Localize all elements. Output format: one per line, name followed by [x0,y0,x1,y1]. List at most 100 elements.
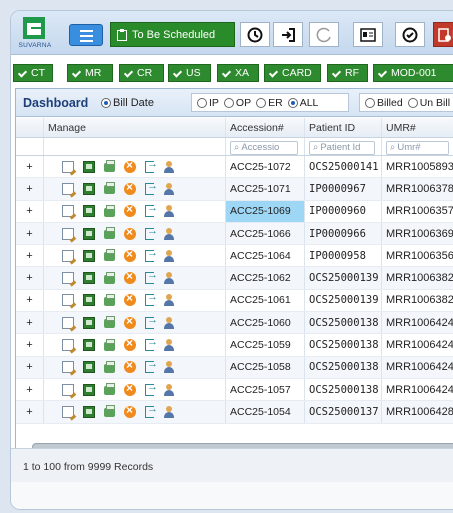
column-header-accession[interactable]: Accession# [226,118,305,137]
edit-document-icon[interactable] [62,182,74,195]
accession-cell[interactable]: ACC25-1064 [226,245,305,267]
filter-mr[interactable]: MR [67,64,113,82]
umr-cell[interactable]: MRR1006424 [382,357,453,378]
filter-xa[interactable]: XA [217,64,259,82]
edit-document-icon[interactable] [62,383,74,396]
patient-id-cell[interactable]: OCS25000138 [305,312,382,334]
logout-icon[interactable] [145,158,158,173]
view-image-icon[interactable] [83,227,95,240]
logout-icon[interactable] [145,291,158,307]
expand-row-button[interactable]: + [16,378,44,401]
patient-id-cell[interactable]: OCS25000139 [305,289,382,312]
accession-cell[interactable]: ACC25-1054 [226,401,305,423]
edit-document-icon[interactable] [62,361,74,374]
print-icon[interactable] [104,405,115,418]
view-image-icon[interactable] [83,249,95,262]
patient-id-filter-input[interactable]: ⌕ Patient Id [309,140,376,155]
radio-unbill[interactable]: Un Bill [407,97,450,109]
patient-id-cell[interactable]: IP0000960 [305,200,382,222]
print-icon[interactable] [104,249,115,262]
radio-op[interactable]: OP [223,97,251,109]
accession-cell[interactable]: ACC25-1060 [226,312,305,334]
patient-icon[interactable] [163,294,175,307]
cancel-icon[interactable] [124,247,136,262]
filter-ct[interactable]: CT [13,64,53,82]
logout-icon[interactable] [145,381,158,396]
accession-cell[interactable]: ACC25-1059 [226,334,305,356]
cancel-icon[interactable] [124,269,136,285]
accession-cell[interactable]: ACC25-1057 [226,378,305,401]
edit-document-icon[interactable] [62,160,74,173]
table-row[interactable]: +ACC25-1054OCS25000137MRR1006428O [16,401,453,424]
patient-icon[interactable] [163,405,175,418]
patient-icon[interactable] [163,205,175,218]
edit-document-icon[interactable] [62,249,74,262]
logout-icon[interactable] [145,225,158,240]
radio-billed[interactable]: Billed [365,97,403,109]
cancel-icon[interactable] [124,403,136,418]
umr-cell[interactable]: MRR1006424 [382,334,453,355]
edit-document-icon[interactable] [62,205,74,218]
accession-filter-input[interactable]: ⌕ Accessio [230,140,299,155]
view-image-icon[interactable] [83,316,95,329]
view-image-icon[interactable] [83,205,95,218]
patient-id-cell[interactable]: IP0000966 [305,222,382,245]
logout-icon[interactable] [145,336,158,352]
umr-cell[interactable]: MRR1006356 [382,245,453,266]
accession-cell[interactable]: ACC25-1071 [226,178,305,200]
cancel-icon[interactable] [124,381,136,396]
expand-row-button[interactable]: + [16,178,44,200]
umr-filter-input[interactable]: ⌕ Umr# [386,140,450,155]
view-image-icon[interactable] [83,405,95,418]
print-icon[interactable] [104,338,115,351]
logout-icon[interactable] [145,314,158,329]
patient-id-cell[interactable]: IP0000958 [305,245,382,267]
to-be-scheduled-button[interactable]: To Be Scheduled [110,22,235,47]
umr-cell[interactable]: MRR1006424 [382,379,453,400]
table-row[interactable]: +ACC25-1064IP0000958MRR1006356S [16,245,453,268]
patient-icon[interactable] [163,361,175,374]
cancel-icon[interactable] [124,358,136,374]
expand-row-button[interactable]: + [16,356,44,378]
patient-icon[interactable] [163,227,175,240]
accession-cell[interactable]: ACC25-1062 [226,267,305,289]
umr-cell[interactable]: MRR1005893 [382,156,453,177]
umr-cell[interactable]: MRR1006428 [382,401,453,422]
column-header-umr[interactable]: UMR# [382,118,453,137]
view-image-icon[interactable] [83,361,95,374]
patient-icon[interactable] [163,182,175,195]
accession-cell[interactable]: ACC25-1061 [226,289,305,312]
table-row[interactable]: +ACC25-1071IP0000967MRR1006378S [16,178,453,201]
view-image-icon[interactable] [83,383,95,396]
table-row[interactable]: +ACC25-1069IP0000960MRR1006357S [16,200,453,223]
print-icon[interactable] [104,360,115,373]
refresh-icon[interactable] [309,22,339,47]
patient-id-cell[interactable]: OCS25000139 [305,267,382,289]
view-image-icon[interactable] [83,294,95,307]
filter-rf[interactable]: RF [327,64,368,82]
view-image-icon[interactable] [83,272,95,285]
print-icon[interactable] [104,160,115,173]
edit-document-icon[interactable] [62,339,74,352]
hamburger-menu-button[interactable] [69,24,103,46]
umr-cell[interactable]: MRR1006382 [382,290,453,311]
radio-all[interactable]: ALL [287,97,318,109]
umr-cell[interactable]: MRR1006424 [382,312,453,333]
umr-cell[interactable]: MRR1006369 [382,223,453,244]
logout-icon[interactable] [145,358,158,374]
column-header-manage[interactable]: Manage [44,118,226,137]
cancel-icon[interactable] [124,314,136,329]
filter-card[interactable]: CARD [264,64,321,82]
table-row[interactable]: +ACC25-1062OCS25000139MRR1006382O [16,267,453,290]
edit-document-icon[interactable] [62,316,74,329]
cancel-icon[interactable] [124,291,136,307]
table-row[interactable]: +ACC25-1072OCS25000141MRR1005893O [16,156,453,179]
patient-id-cell[interactable]: OCS25000138 [305,378,382,401]
view-image-icon[interactable] [83,160,95,173]
patient-id-cell[interactable]: OCS25000138 [305,334,382,356]
print-icon[interactable] [104,383,115,396]
table-row[interactable]: +ACC25-1059OCS25000138MRR1006424O [16,334,453,357]
edit-document-icon[interactable] [62,227,74,240]
cancel-icon[interactable] [124,225,136,240]
logout-icon[interactable] [145,202,158,218]
